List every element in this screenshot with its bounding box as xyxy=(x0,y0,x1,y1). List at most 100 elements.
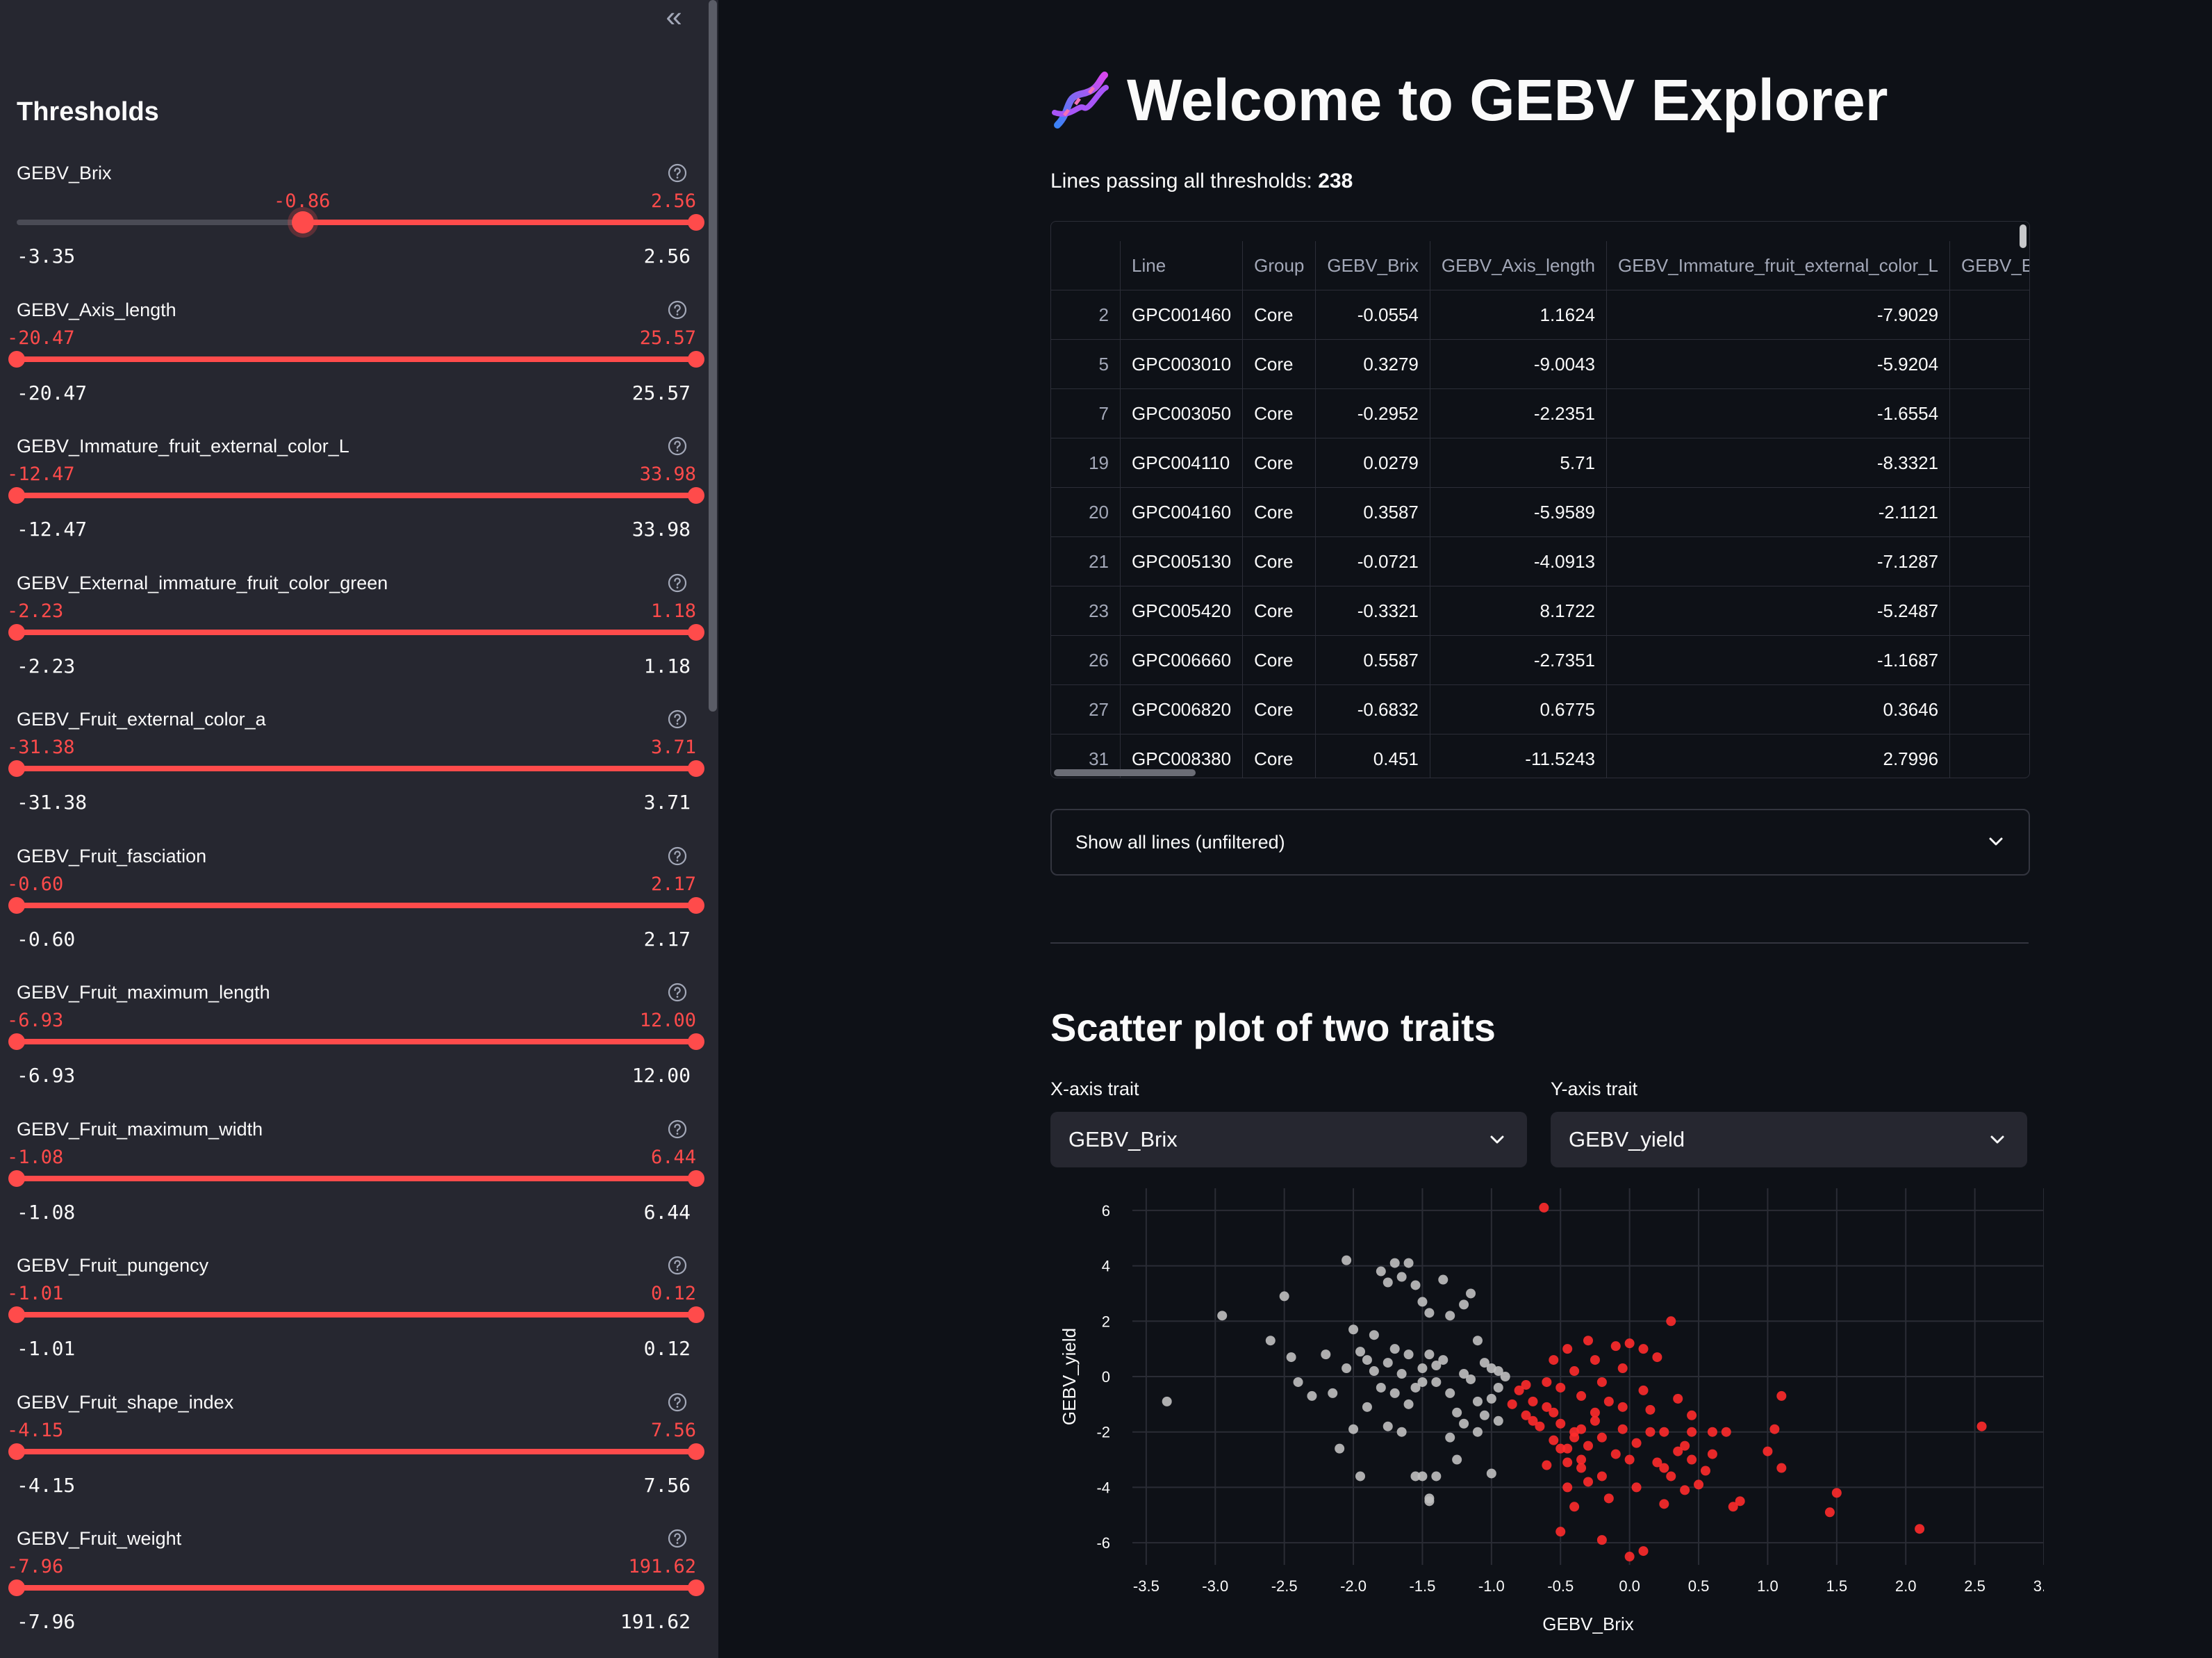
slider-track[interactable] xyxy=(17,493,696,498)
threshold-slider[interactable]: GEBV_Fruit_maximum_length -6.93 12.00 -6.93… xyxy=(0,982,718,1118)
table-cell[interactable]: Core xyxy=(1242,487,1317,537)
x-axis-select[interactable]: GEBV_Brix xyxy=(1050,1112,1527,1167)
table-cell[interactable]: 7 xyxy=(1051,388,1121,438)
table-cell[interactable]: Core xyxy=(1242,586,1317,636)
table-cell[interactable]: -0.6832 xyxy=(1315,684,1430,734)
table-cell[interactable]: -9.0043 xyxy=(1430,339,1608,389)
column-header[interactable]: GEBV_Axis_length xyxy=(1430,241,1608,290)
collapse-sidebar-icon[interactable]: « xyxy=(660,2,688,31)
table-cell[interactable]: 2 xyxy=(1051,290,1121,340)
threshold-slider[interactable]: GEBV_Fruit_weight -7.96 191.62 -7.96 191.62 xyxy=(0,1528,718,1658)
table-cell[interactable] xyxy=(1949,586,2029,636)
table-cell[interactable]: 0.3587 xyxy=(1315,487,1430,537)
table-cell[interactable]: -5.9204 xyxy=(1606,339,1951,389)
slider-max-handle[interactable] xyxy=(688,1169,704,1187)
table-horizontal-scrollbar[interactable] xyxy=(1054,769,1196,776)
table-cell[interactable]: 0.0279 xyxy=(1315,438,1430,488)
table-cell[interactable]: -0.0554 xyxy=(1315,290,1430,340)
table-row[interactable]: 23 GPC005420 Core -0.3321 8.1722 -5.2487 xyxy=(1051,586,2029,636)
help-icon[interactable] xyxy=(667,1255,688,1276)
table-cell[interactable] xyxy=(1949,290,2029,340)
slider-min-handle[interactable] xyxy=(8,760,25,777)
table-row[interactable]: 26 GPC006660 Core 0.5587 -2.7351 -1.1687 xyxy=(1051,635,2029,685)
slider-track[interactable] xyxy=(17,902,696,908)
slider-track[interactable] xyxy=(17,356,696,362)
help-icon[interactable] xyxy=(667,709,688,730)
slider-track[interactable] xyxy=(17,1175,696,1181)
table-cell[interactable]: Core xyxy=(1242,684,1317,734)
help-icon[interactable] xyxy=(667,1528,688,1549)
table-cell[interactable]: GPC005420 xyxy=(1120,586,1244,636)
threshold-slider[interactable]: GEBV_Brix -0.86 2.56 -3.35 2.56 xyxy=(0,163,718,299)
table-cell[interactable]: -8.3321 xyxy=(1606,438,1951,488)
slider-max-handle[interactable] xyxy=(688,1033,704,1050)
help-icon[interactable] xyxy=(667,573,688,593)
slider-max-handle[interactable] xyxy=(688,896,704,914)
threshold-slider[interactable]: GEBV_Fruit_shape_index -4.15 7.56 -4.15 7.56 xyxy=(0,1392,718,1528)
table-cell[interactable]: 0.5587 xyxy=(1315,635,1430,685)
table-cell[interactable]: GPC004160 xyxy=(1120,487,1244,537)
table-cell[interactable]: GPC006820 xyxy=(1120,684,1244,734)
threshold-slider[interactable]: GEBV_Fruit_maximum_width -1.08 6.44 -1.08 6.… xyxy=(0,1119,718,1255)
show-all-lines-expander[interactable]: Show all lines (unfiltered) xyxy=(1050,809,2030,876)
table-cell[interactable] xyxy=(1949,536,2029,586)
slider-min-handle[interactable] xyxy=(8,896,25,914)
table-cell[interactable]: 0.3279 xyxy=(1315,339,1430,389)
table-cell[interactable]: -0.3321 xyxy=(1315,586,1430,636)
slider-min-handle[interactable] xyxy=(292,211,315,233)
table-cell[interactable]: -7.9029 xyxy=(1606,290,1951,340)
threshold-slider[interactable]: GEBV_Fruit_fasciation -0.60 2.17 -0.60 2.17 xyxy=(0,846,718,982)
slider-max-handle[interactable] xyxy=(688,1443,704,1460)
table-cell[interactable]: Core xyxy=(1242,536,1317,586)
slider-min-handle[interactable] xyxy=(8,350,25,368)
slider-track[interactable] xyxy=(17,1312,696,1318)
table-cell[interactable]: -4.0913 xyxy=(1430,536,1608,586)
column-header[interactable]: GEBV_Immature_fruit_external_color_L xyxy=(1606,241,1951,290)
table-cell[interactable] xyxy=(1949,734,2029,778)
table-cell[interactable]: Core xyxy=(1242,734,1317,778)
slider-track[interactable] xyxy=(17,1448,696,1454)
table-cell[interactable]: -2.1121 xyxy=(1606,487,1951,537)
threshold-slider[interactable]: GEBV_External_immature_fruit_color_green… xyxy=(0,573,718,709)
slider-track[interactable] xyxy=(17,220,696,225)
table-cell[interactable] xyxy=(1949,487,2029,537)
table-cell[interactable]: 2.7996 xyxy=(1606,734,1951,778)
table-cell[interactable]: GPC003050 xyxy=(1120,388,1244,438)
slider-track[interactable] xyxy=(17,766,696,771)
slider-max-handle[interactable] xyxy=(688,623,704,641)
slider-track[interactable] xyxy=(17,1585,696,1591)
table-cell[interactable]: GPC004110 xyxy=(1120,438,1244,488)
table-cell[interactable]: 26 xyxy=(1051,635,1121,685)
table-cell[interactable]: -1.6554 xyxy=(1606,388,1951,438)
threshold-slider[interactable]: GEBV_Fruit_external_color_a -31.38 3.71 -31… xyxy=(0,709,718,845)
slider-min-handle[interactable] xyxy=(8,487,25,504)
slider-track[interactable] xyxy=(17,629,696,635)
help-icon[interactable] xyxy=(667,163,688,183)
slider-max-handle[interactable] xyxy=(688,1579,704,1596)
threshold-slider[interactable]: GEBV_Fruit_pungency -1.01 0.12 -1.01 0.12 xyxy=(0,1255,718,1391)
slider-min-handle[interactable] xyxy=(8,1169,25,1187)
table-cell[interactable]: -2.2351 xyxy=(1430,388,1608,438)
table-row[interactable]: 7 GPC003050 Core -0.2952 -2.2351 -1.6554 xyxy=(1051,388,2029,438)
table-cell[interactable]: 21 xyxy=(1051,536,1121,586)
table-cell[interactable]: -11.5243 xyxy=(1430,734,1608,778)
table-cell[interactable]: Core xyxy=(1242,438,1317,488)
table-cell[interactable]: -7.1287 xyxy=(1606,536,1951,586)
table-row[interactable]: 31 GPC008380 Core 0.451 -11.5243 2.7996 xyxy=(1051,734,2029,778)
table-cell[interactable]: GPC001460 xyxy=(1120,290,1244,340)
slider-min-handle[interactable] xyxy=(8,1033,25,1050)
column-header[interactable]: GEBV_Brix xyxy=(1315,241,1430,290)
table-cell[interactable]: -0.2952 xyxy=(1315,388,1430,438)
table-row[interactable]: 20 GPC004160 Core 0.3587 -5.9589 -2.1121 xyxy=(1051,487,2029,537)
table-cell[interactable]: 1.1624 xyxy=(1430,290,1608,340)
column-header[interactable] xyxy=(1051,241,1121,290)
table-cell[interactable]: Core xyxy=(1242,635,1317,685)
threshold-slider[interactable]: GEBV_Immature_fruit_external_color_L -12.… xyxy=(0,436,718,572)
table-cell[interactable]: 20 xyxy=(1051,487,1121,537)
table-row[interactable]: 2 GPC001460 Core -0.0554 1.1624 -7.9029 xyxy=(1051,290,2029,340)
table-cell[interactable]: 23 xyxy=(1051,586,1121,636)
table-cell[interactable]: -5.2487 xyxy=(1606,586,1951,636)
table-cell[interactable]: 0.451 xyxy=(1315,734,1430,778)
table-cell[interactable]: 8.1722 xyxy=(1430,586,1608,636)
data-table[interactable]: Line Group GEBV_Brix GEBV_Axis_length GEBV_I… xyxy=(1050,221,2030,778)
